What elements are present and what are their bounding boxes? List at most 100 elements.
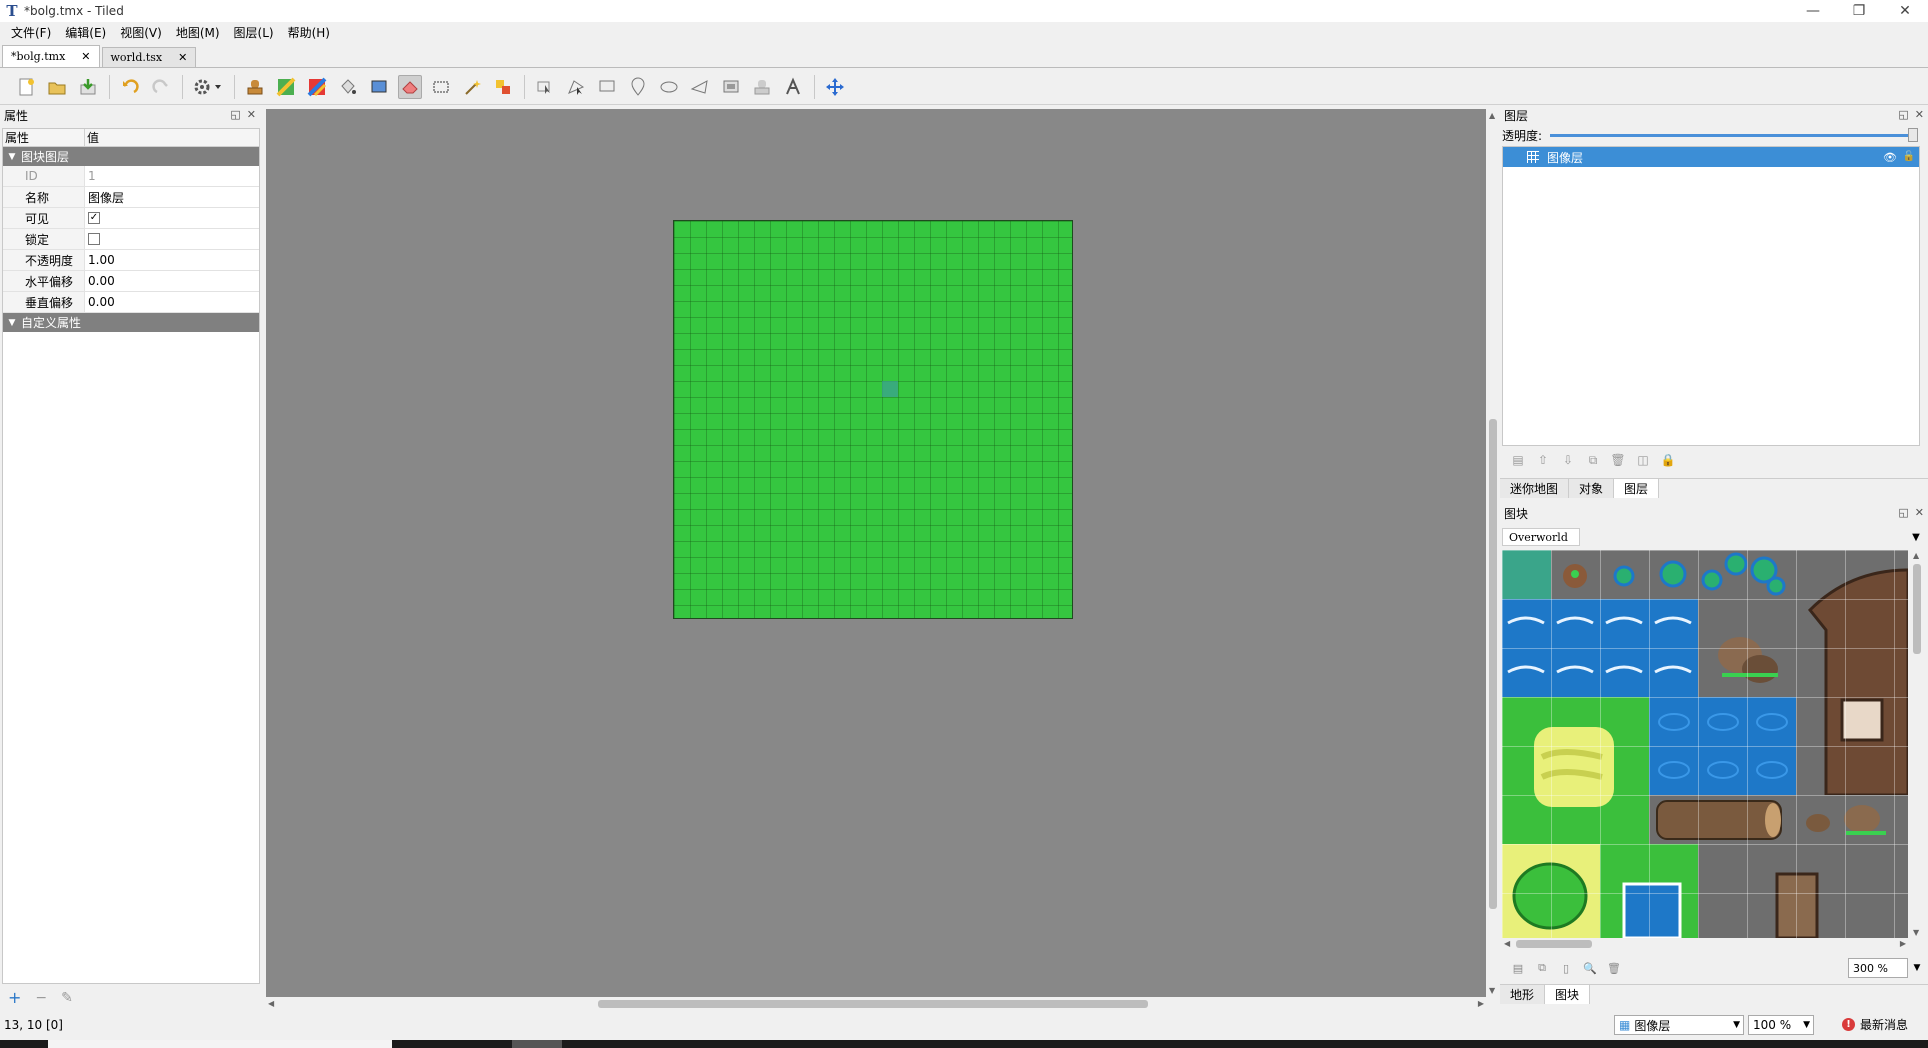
new-file-icon[interactable]: [14, 75, 38, 99]
tile-bridge[interactable]: [1747, 844, 1845, 938]
float-panel-icon[interactable]: ◱: [1898, 506, 1908, 519]
remove-tileset-icon[interactable]: 🗑: [1606, 960, 1622, 976]
tileset-view[interactable]: [1502, 550, 1908, 938]
tile[interactable]: [1698, 550, 1796, 599]
scroll-left-icon[interactable]: ◀: [1504, 939, 1510, 948]
close-tab-icon[interactable]: ✕: [178, 51, 187, 64]
news-button[interactable]: ! 最新消息: [1842, 1016, 1908, 1033]
tab-bolg-tmx[interactable]: *bolg.tmx ✕: [2, 45, 100, 67]
close-panel-icon[interactable]: ✕: [1915, 506, 1924, 519]
tile-house[interactable]: [1796, 550, 1908, 797]
property-row-opacity[interactable]: 不透明度 1.00: [3, 250, 259, 271]
menu-view[interactable]: 视图(V): [113, 24, 169, 41]
visible-checkbox[interactable]: ✓: [88, 212, 100, 224]
opacity-slider[interactable]: [1550, 134, 1912, 137]
water-tiles[interactable]: [1502, 599, 1698, 697]
rename-property-icon[interactable]: ✎: [61, 990, 73, 1006]
scroll-down-icon[interactable]: ▼: [1913, 928, 1919, 937]
restore-button[interactable]: ❐: [1836, 0, 1882, 22]
stamp-brush-icon[interactable]: [243, 75, 267, 99]
tile-map[interactable]: [673, 220, 1073, 619]
terrain-brush-icon[interactable]: [274, 75, 298, 99]
layer-row[interactable]: 图像层 👁 🔓: [1503, 147, 1919, 167]
property-group-tile-layer[interactable]: ▼ 图块图层: [3, 147, 259, 166]
chevron-down-icon[interactable]: ▼: [1803, 1020, 1810, 1030]
tile[interactable]: [1600, 550, 1649, 599]
minimize-button[interactable]: —: [1790, 0, 1836, 22]
menu-help[interactable]: 帮助(H): [281, 24, 337, 41]
tile-log[interactable]: [1649, 795, 1796, 844]
tab-minimap[interactable]: 迷你地图: [1500, 479, 1570, 498]
tab-objects[interactable]: 对象: [1569, 479, 1615, 498]
close-tab-icon[interactable]: ✕: [81, 50, 90, 63]
close-window-button[interactable]: ✕: [1882, 0, 1928, 22]
insert-point-icon[interactable]: [626, 75, 650, 99]
raise-layer-icon[interactable]: ⇧: [1535, 452, 1551, 468]
scroll-right-icon[interactable]: ▶: [1900, 939, 1906, 948]
insert-tile-icon[interactable]: [719, 75, 743, 99]
tileset-tab-overworld[interactable]: Overworld: [1502, 528, 1580, 546]
toggle-others-icon[interactable]: ◫: [1635, 452, 1651, 468]
map-zoom-select[interactable]: 100 % ▼: [1748, 1015, 1814, 1035]
insert-template-icon[interactable]: [750, 75, 774, 99]
column-header-name[interactable]: 属性: [3, 129, 85, 146]
property-row-locked[interactable]: 锁定: [3, 229, 259, 250]
tileset-vertical-scrollbar[interactable]: ▲ ▼: [1910, 550, 1924, 938]
tab-tilesets[interactable]: 图块: [1545, 985, 1591, 1004]
delete-layer-icon[interactable]: 🗑: [1610, 452, 1626, 468]
canvas-vertical-scrollbar[interactable]: ▲ ▼: [1486, 109, 1500, 997]
insert-text-icon[interactable]: [781, 75, 805, 99]
property-row-offset-y[interactable]: 垂直偏移 0.00: [3, 292, 259, 313]
scroll-left-icon[interactable]: ◀: [268, 999, 274, 1008]
open-folder-icon[interactable]: [45, 75, 69, 99]
tab-terrain[interactable]: 地形: [1500, 985, 1546, 1004]
rect-select-icon[interactable]: [429, 75, 453, 99]
float-panel-icon[interactable]: ◱: [230, 108, 240, 121]
close-panel-icon[interactable]: ✕: [1915, 108, 1924, 121]
scroll-right-icon[interactable]: ▶: [1478, 999, 1484, 1008]
column-header-value[interactable]: 值: [85, 129, 99, 146]
property-row-visible[interactable]: 可见 ✓: [3, 208, 259, 229]
property-row-offset-x[interactable]: 水平偏移 0.00: [3, 271, 259, 292]
remove-property-icon[interactable]: −: [35, 990, 47, 1006]
insert-polygon-icon[interactable]: [688, 75, 712, 99]
duplicate-layer-icon[interactable]: ⧉: [1585, 452, 1601, 468]
bucket-fill-icon[interactable]: [336, 75, 360, 99]
scroll-down-icon[interactable]: ▼: [1489, 986, 1495, 995]
property-value-offset-y[interactable]: 0.00: [85, 292, 259, 312]
undo-icon[interactable]: [118, 75, 142, 99]
eye-icon[interactable]: 👁: [1883, 151, 1897, 164]
select-objects-icon[interactable]: [533, 75, 557, 99]
scrollbar-thumb[interactable]: [1489, 419, 1497, 909]
property-group-custom[interactable]: ▼ 自定义属性: [3, 313, 259, 332]
chevron-down-icon[interactable]: ▼: [1910, 958, 1924, 978]
chevron-down-icon[interactable]: ▼: [1733, 1020, 1740, 1030]
add-property-icon[interactable]: +: [8, 988, 21, 1007]
tile[interactable]: [1502, 550, 1551, 599]
menu-layer[interactable]: 图层(L): [227, 24, 281, 41]
scrollbar-thumb[interactable]: [1913, 564, 1921, 654]
tile[interactable]: [1551, 550, 1600, 599]
property-value-opacity[interactable]: 1.00: [85, 250, 259, 270]
insert-rectangle-icon[interactable]: [595, 75, 619, 99]
property-value-offset-x[interactable]: 0.00: [85, 271, 259, 291]
tileset-horizontal-scrollbar[interactable]: ◀ ▶: [1502, 938, 1908, 950]
menu-edit[interactable]: 编辑(E): [58, 24, 113, 41]
scrollbar-thumb[interactable]: [1516, 940, 1592, 948]
scrollbar-thumb[interactable]: [598, 1000, 1148, 1008]
property-value-name[interactable]: 图像层: [85, 187, 259, 207]
new-tileset-icon[interactable]: ▤: [1510, 960, 1526, 976]
export-tileset-icon[interactable]: ▯: [1558, 960, 1574, 976]
settings-cog-icon[interactable]: [191, 75, 225, 99]
tile-rocks[interactable]: [1698, 599, 1796, 697]
menu-map[interactable]: 地图(M): [169, 24, 227, 41]
eraser-icon[interactable]: [398, 74, 422, 99]
canvas-horizontal-scrollbar[interactable]: ◀ ▶: [266, 997, 1486, 1011]
redo-icon[interactable]: [149, 75, 173, 99]
collapse-arrow-icon[interactable]: ▼: [3, 152, 21, 162]
world-tool-icon[interactable]: [823, 75, 847, 99]
edit-polygons-icon[interactable]: [564, 75, 588, 99]
insert-ellipse-icon[interactable]: [657, 75, 681, 99]
save-icon[interactable]: [76, 75, 100, 99]
shape-fill-icon[interactable]: [367, 75, 391, 99]
